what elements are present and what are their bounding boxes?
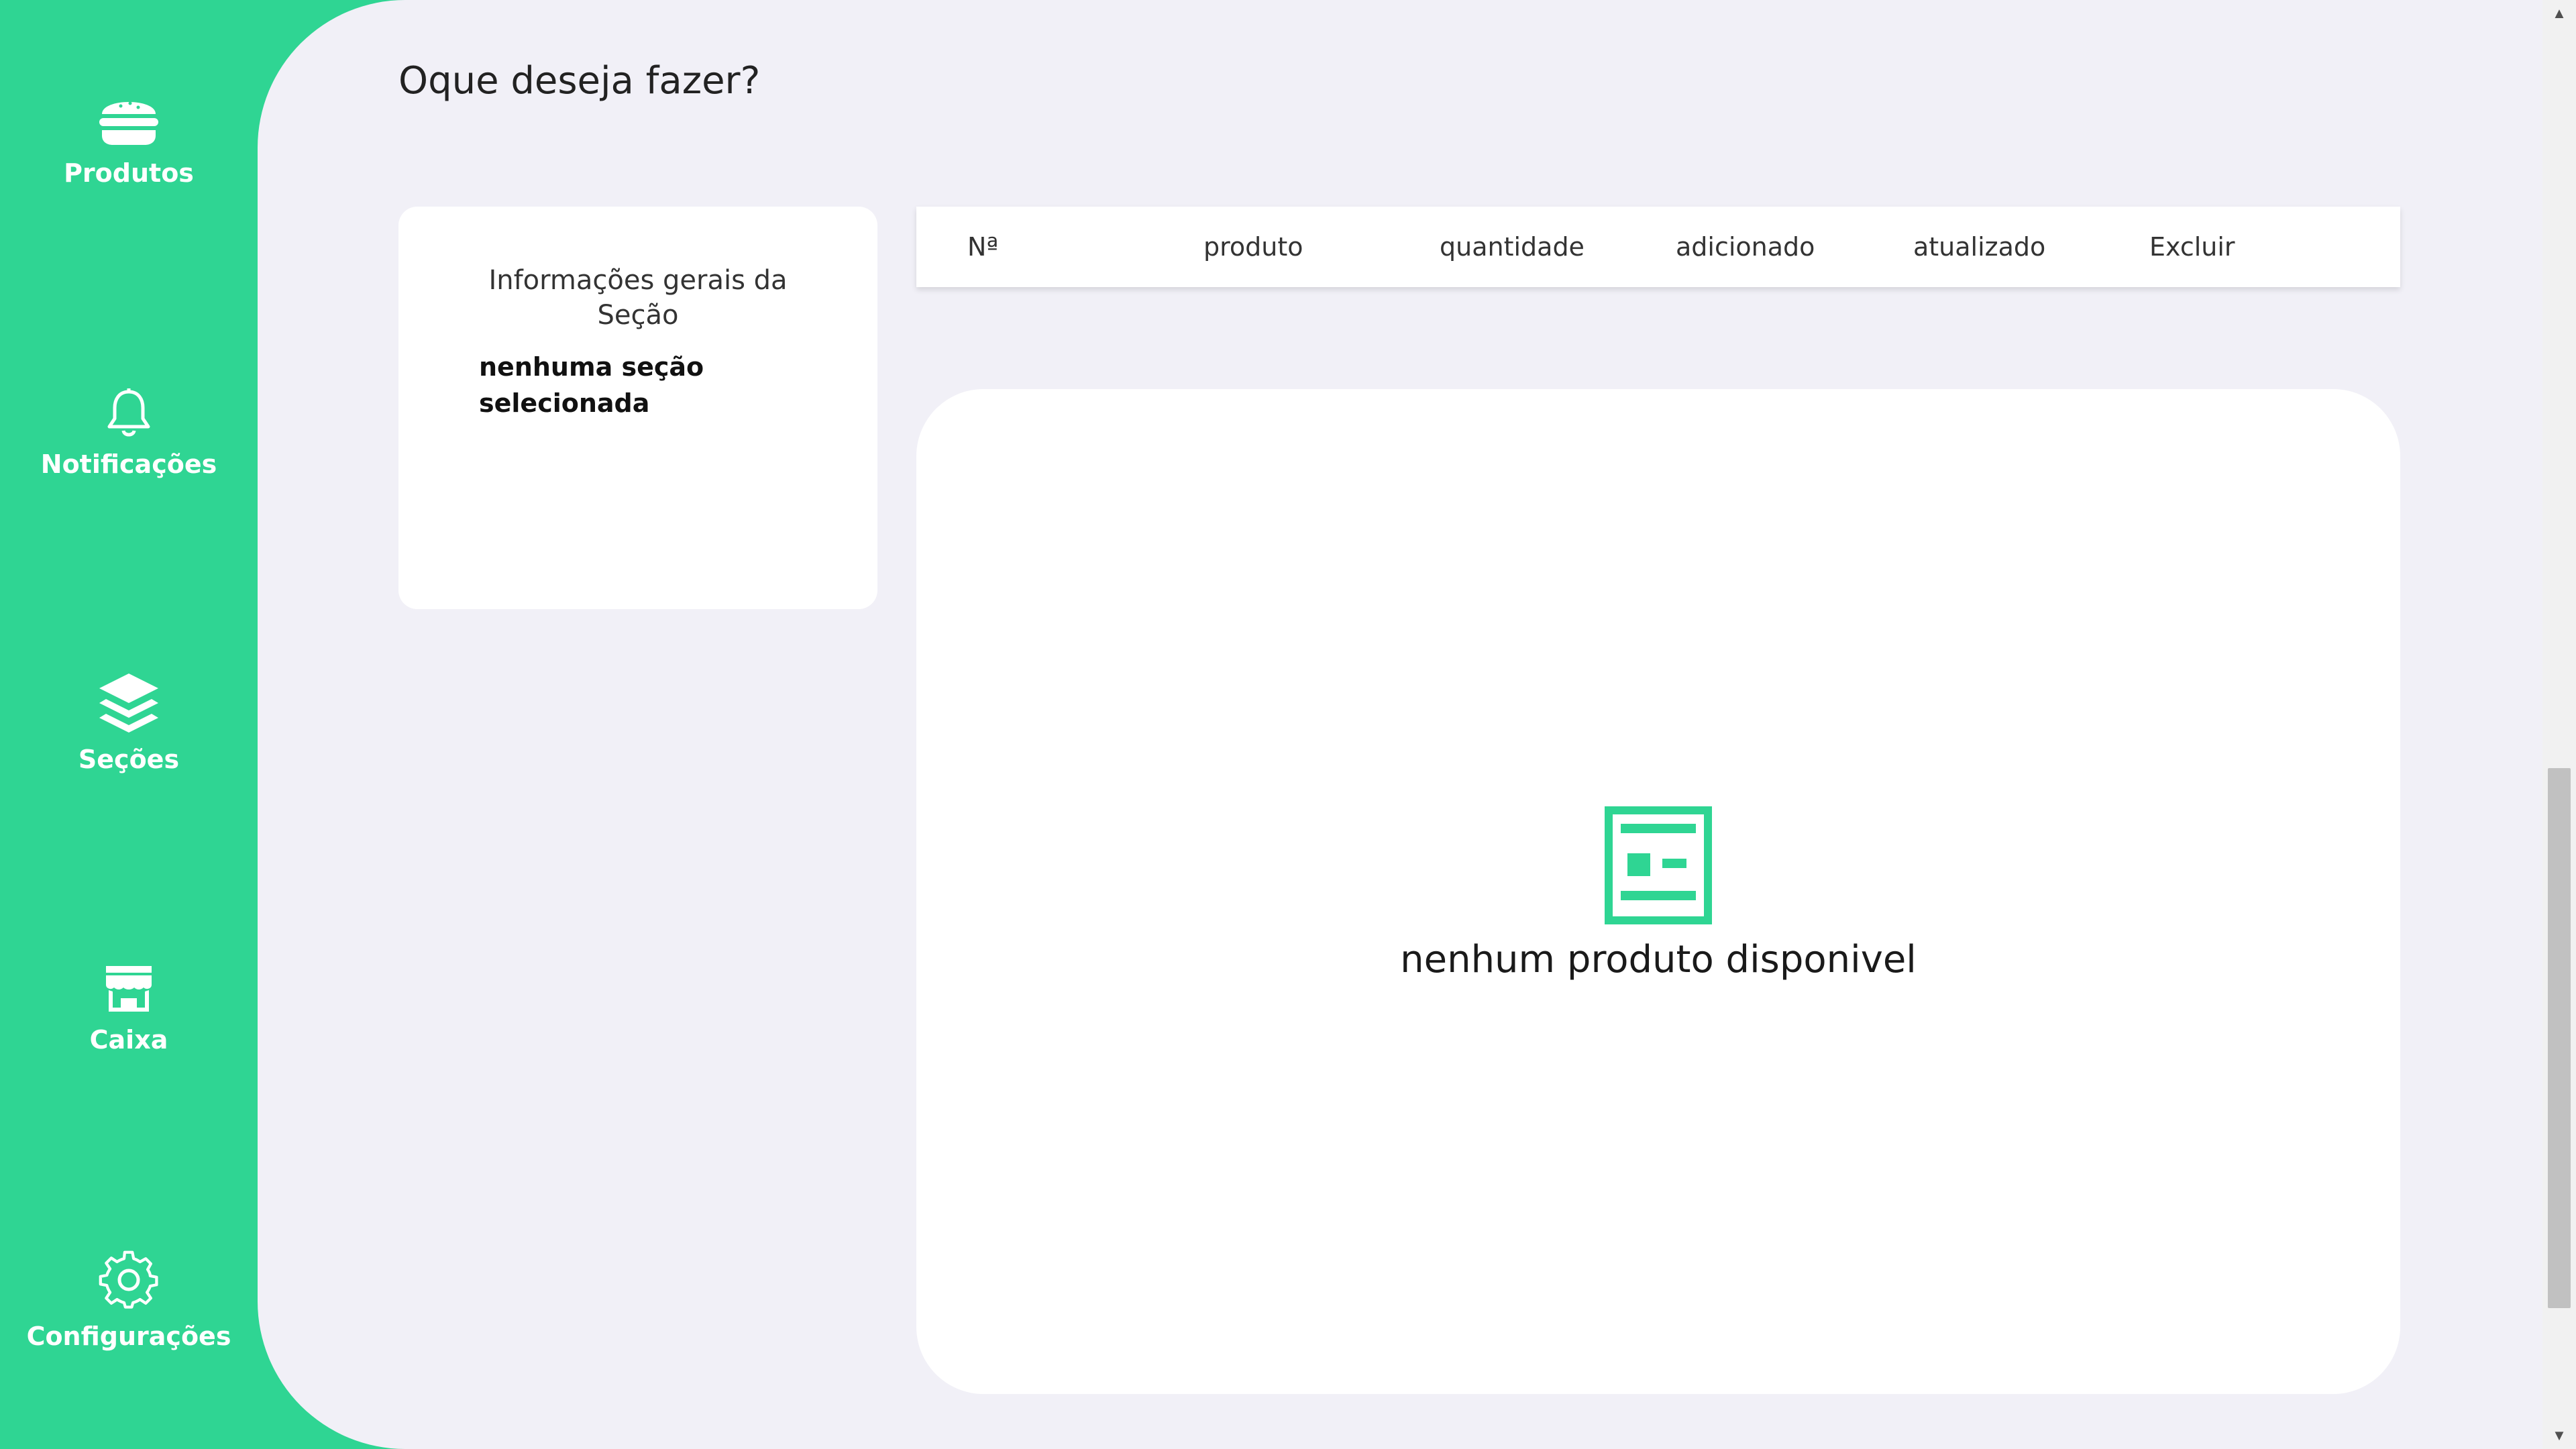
scroll-up-icon[interactable]: ▲ bbox=[2542, 0, 2576, 27]
sidebar-item-label: Caixa bbox=[89, 1025, 168, 1055]
products-list-card: nenhum produto disponivel bbox=[916, 389, 2400, 1394]
scrollbar-thumb[interactable] bbox=[2548, 768, 2571, 1308]
column-header-product: produto bbox=[1203, 232, 1303, 262]
sidebar-item-notificacoes[interactable]: Notificações bbox=[0, 388, 258, 479]
scroll-down-icon[interactable]: ▼ bbox=[2542, 1422, 2576, 1449]
column-header-quantity: quantidade bbox=[1440, 232, 1585, 262]
page-title: Oque deseja fazer? bbox=[398, 59, 761, 103]
bell-icon bbox=[105, 388, 152, 439]
sidebar-item-produtos[interactable]: Produtos bbox=[0, 91, 258, 188]
sidebar-item-label: Notificações bbox=[40, 449, 217, 479]
products-table-header: Nª produto quantidade adicionado atualiz… bbox=[916, 207, 2400, 287]
sidebar: Produtos Notificações Seções Caixa Confi… bbox=[0, 0, 258, 1449]
sidebar-item-label: Seções bbox=[78, 745, 180, 774]
column-header-number: Nª bbox=[967, 232, 999, 262]
empty-state-text: nenhum produto disponivel bbox=[1400, 938, 1917, 981]
column-header-updated: atualizado bbox=[1913, 232, 2046, 262]
sidebar-item-label: Configurações bbox=[26, 1322, 231, 1351]
sidebar-item-configuracoes[interactable]: Configurações bbox=[0, 1249, 258, 1351]
column-header-delete: Excluir bbox=[2149, 232, 2235, 262]
burger-icon bbox=[97, 91, 161, 148]
column-header-added: adicionado bbox=[1676, 232, 1815, 262]
store-icon bbox=[103, 963, 154, 1014]
gear-icon bbox=[98, 1249, 160, 1311]
section-info-title: Informações gerais da Seção bbox=[488, 265, 788, 331]
sidebar-item-caixa[interactable]: Caixa bbox=[0, 963, 258, 1055]
section-info-card: Informações gerais da Seção nenhuma seçã… bbox=[398, 207, 877, 609]
article-icon bbox=[1605, 806, 1712, 928]
sidebar-item-secoes[interactable]: Seções bbox=[0, 669, 258, 774]
sidebar-item-label: Produtos bbox=[64, 158, 194, 188]
vertical-scrollbar[interactable]: ▲ ▼ bbox=[2542, 0, 2576, 1449]
section-info-value: nenhuma seção selecionada bbox=[479, 352, 704, 418]
layers-icon bbox=[97, 669, 161, 734]
